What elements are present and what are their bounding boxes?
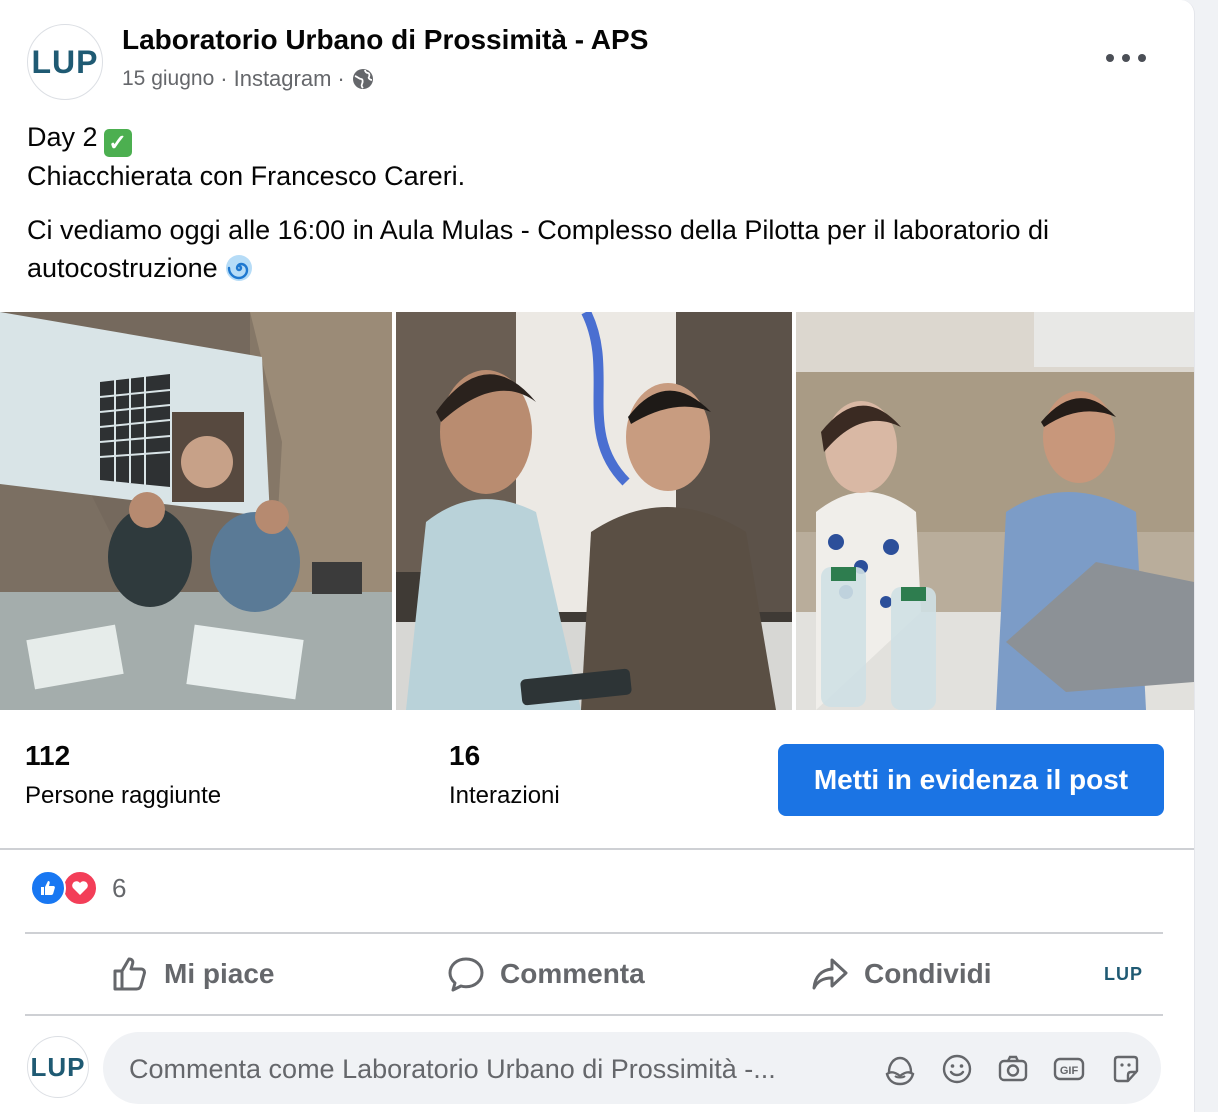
love-reaction-icon — [62, 870, 98, 906]
photo-2[interactable] — [396, 312, 792, 710]
interactions-label: Interazioni — [449, 782, 560, 809]
post-text-line-2: Chiacchierata con Francesco Careri. — [27, 161, 466, 191]
post-card: LUP Laboratorio Urbano di Prossimità - A… — [0, 0, 1195, 1112]
post-source: Instagram — [233, 66, 332, 91]
reaction-count: 6 — [112, 872, 127, 903]
avatar-text: LUP — [30, 1051, 86, 1082]
meta-separator: · — [220, 66, 228, 91]
commenter-avatar[interactable]: LUP — [27, 1036, 89, 1098]
meta-separator: · — [337, 66, 345, 91]
sticker-icon[interactable] — [1109, 1052, 1143, 1086]
avatar-text: LUP — [31, 43, 99, 80]
reach-value: 112 — [25, 740, 71, 771]
photo-3[interactable] — [796, 312, 1194, 710]
post-date-link[interactable]: 15 giugno — [122, 67, 214, 91]
comment-label: Commenta — [500, 958, 645, 989]
like-button[interactable]: Mi piace — [110, 950, 274, 998]
reactions-summary[interactable]: 6 — [30, 870, 126, 906]
share-icon — [812, 958, 848, 990]
emoji-icon[interactable] — [940, 1052, 974, 1086]
reach-label: Persone raggiunte — [25, 782, 222, 809]
thumbs-up-icon — [113, 957, 146, 991]
globe-icon[interactable] — [351, 67, 375, 91]
page-name-link[interactable]: Laboratorio Urbano di Prossimità - APS — [122, 24, 648, 56]
more-options-icon[interactable] — [1106, 46, 1146, 70]
share-button[interactable]: Condividi — [810, 950, 992, 998]
comment-composer: GIF — [103, 1032, 1161, 1106]
avatar-sticker-icon[interactable] — [883, 1052, 917, 1086]
gif-icon[interactable]: GIF — [1052, 1052, 1086, 1086]
share-label: Condividi — [864, 958, 992, 989]
like-reaction-icon — [30, 870, 66, 906]
post-text-line-1: Day 2 — [27, 122, 98, 152]
interactions-value: 16 — [449, 740, 481, 771]
svg-text:GIF: GIF — [1060, 1065, 1079, 1077]
post-text: Day 2 ✓ Chiacchierata con Francesco Carer… — [27, 118, 1177, 287]
photo-1[interactable] — [0, 312, 392, 710]
divider — [0, 848, 1194, 850]
divider — [25, 1014, 1163, 1016]
divider — [25, 932, 1163, 934]
page-avatar[interactable]: LUP — [27, 24, 103, 100]
photo-grid — [0, 312, 1194, 710]
comment-input[interactable] — [127, 1032, 871, 1106]
swirl-emoji — [224, 253, 254, 283]
post-text-line-3: Ci vediamo oggi alle 16:00 in Aula Mulas… — [27, 215, 1050, 283]
boost-post-button[interactable]: Metti in evidenza il post — [778, 744, 1164, 816]
camera-icon[interactable] — [996, 1052, 1030, 1086]
comment-icon — [448, 957, 484, 992]
post-meta: 15 giugno · Instagram · — [122, 66, 375, 92]
comment-button[interactable]: Commenta — [446, 950, 645, 998]
check-emoji: ✓ — [103, 129, 132, 157]
page-switch-avatar[interactable]: LUP — [1104, 964, 1143, 985]
like-label: Mi piace — [164, 958, 275, 989]
